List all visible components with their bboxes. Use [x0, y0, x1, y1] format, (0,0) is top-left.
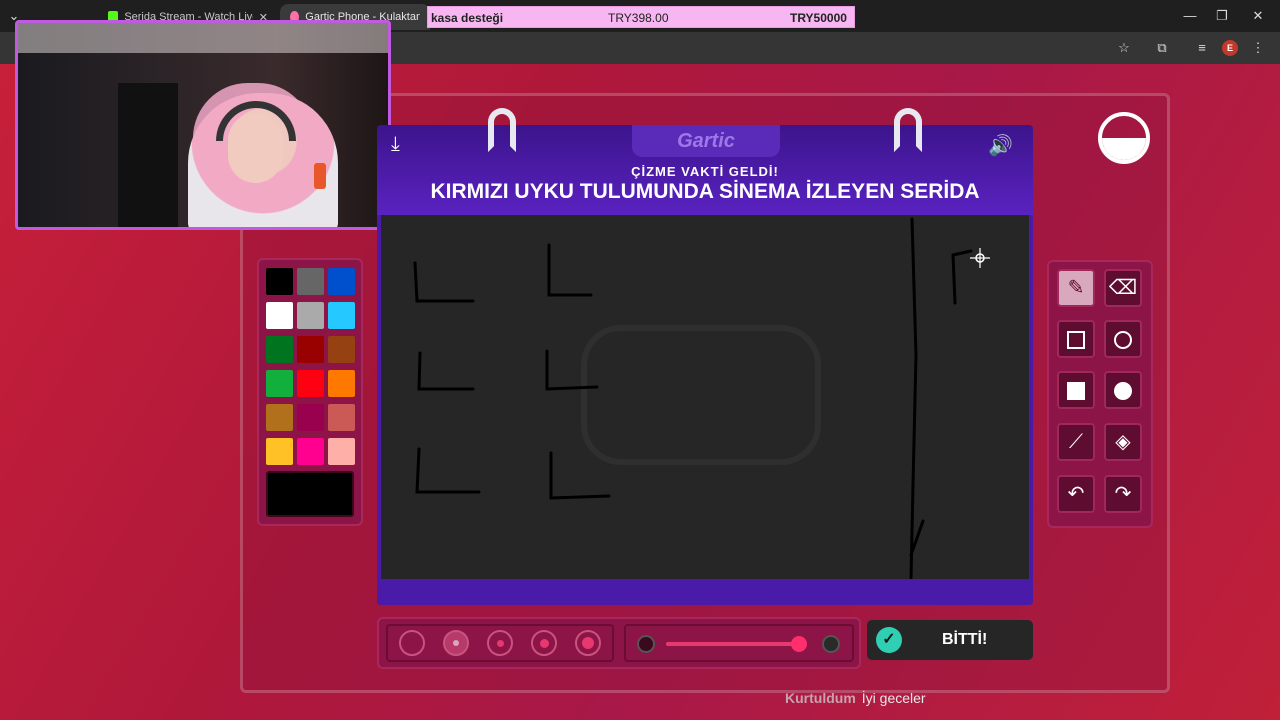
chat-username: Kurtuldum — [785, 690, 856, 706]
pencil-tool-button[interactable]: ✎ — [1057, 269, 1095, 307]
selected-color-preview — [266, 471, 354, 517]
color-swatch[interactable] — [328, 404, 355, 431]
color-swatch[interactable] — [328, 370, 355, 397]
bookmark-star-icon[interactable]: ☆ — [1116, 40, 1132, 56]
close-window-icon[interactable]: ✕ — [1248, 6, 1268, 26]
extensions-icon[interactable]: ⧉ — [1154, 40, 1170, 56]
brush-size-dot-icon — [539, 638, 549, 648]
drawing-canvas[interactable] — [381, 215, 1029, 579]
color-swatch[interactable] — [266, 370, 293, 397]
browser-menu-icon[interactable]: ⋮ — [1250, 40, 1266, 56]
stroke-corner-1 — [413, 261, 475, 303]
profile-avatar[interactable]: E — [1222, 40, 1238, 56]
filled-rectangle-tool-button[interactable] — [1057, 371, 1095, 409]
done-button-label: BİTTİ! — [942, 631, 988, 648]
stroke-corner-6 — [549, 451, 611, 500]
brush-size-dot-icon — [453, 640, 459, 646]
filled-rectangle-icon — [1067, 381, 1085, 400]
stroke-vertical-line — [909, 217, 918, 579]
rectangle-tool-button[interactable] — [1057, 320, 1095, 358]
color-swatch[interactable] — [266, 438, 293, 465]
color-swatch[interactable] — [297, 404, 324, 431]
download-icon[interactable]: ⤓ — [391, 133, 400, 156]
color-swatch[interactable] — [266, 336, 293, 363]
color-swatch[interactable] — [266, 268, 293, 295]
color-swatch[interactable] — [328, 336, 355, 363]
stroke-corner-5 — [415, 447, 481, 494]
brush-size-dot-icon — [496, 639, 504, 647]
brush-size-dot-icon — [582, 637, 594, 649]
color-swatch[interactable] — [297, 268, 324, 295]
stroke-corner-2 — [547, 243, 593, 297]
color-swatch[interactable] — [297, 438, 324, 465]
ellipse-tool-button[interactable] — [1104, 320, 1142, 358]
volume-icon[interactable]: 🔊 — [988, 133, 1013, 158]
undo-button[interactable]: ↶ — [1057, 475, 1095, 513]
drawing-prompt: KIRMIZI UYKU TULUMUNDA SİNEMA İZLEYEN SE… — [430, 180, 980, 203]
color-swatch[interactable] — [297, 370, 324, 397]
brush-size-button[interactable] — [399, 630, 425, 656]
filled-ellipse-icon — [1114, 381, 1132, 400]
donation-goal: TRY50000 — [790, 11, 847, 25]
webcam-background-banner — [18, 23, 388, 53]
board-footer — [377, 579, 1033, 605]
maximize-icon[interactable]: ❐ — [1212, 6, 1232, 26]
opacity-low-icon — [637, 635, 655, 653]
fill-bucket-tool-button[interactable]: ◈ — [1104, 423, 1142, 461]
webcam-background-figure — [118, 83, 178, 227]
opacity-high-icon — [822, 635, 840, 653]
filled-ellipse-tool-button[interactable] — [1104, 371, 1142, 409]
timer-progress-icon — [1102, 116, 1146, 160]
binder-ring-right-icon — [894, 108, 922, 152]
stroke-corner-3 — [417, 351, 475, 391]
color-swatch[interactable] — [297, 302, 324, 329]
rectangle-icon — [1067, 330, 1085, 349]
opacity-slider-track[interactable] — [666, 642, 806, 646]
gartic-logo: Gartic — [632, 125, 780, 157]
color-swatch[interactable] — [328, 438, 355, 465]
drawing-strokes — [413, 217, 973, 579]
checkmark-icon: ✓ — [876, 627, 902, 653]
microphone-icon — [314, 163, 326, 189]
minimize-icon[interactable]: — — [1180, 6, 1200, 26]
binder-ring-left-icon — [488, 108, 516, 152]
donation-text: kasa desteği — [431, 11, 504, 25]
donation-goal-bar: kasa desteği TRY398.00 TRY50000 — [427, 6, 855, 28]
donation-amount: TRY398.00 — [608, 11, 669, 25]
eraser-tool-button[interactable]: ⌫ — [1104, 269, 1142, 307]
media-controls-icon[interactable]: ≡ — [1194, 40, 1210, 56]
chat-text: İyi geceler — [861, 690, 926, 706]
webcam-overlay — [15, 20, 391, 230]
stroke-corner-4 — [545, 349, 599, 391]
chat-message: Kurtuldum İyi geceler — [785, 690, 926, 706]
color-swatch[interactable] — [328, 302, 355, 329]
color-swatch[interactable] — [266, 404, 293, 431]
color-swatch[interactable] — [297, 336, 324, 363]
round-subtitle: ÇİZME VAKTİ GELDİ! — [631, 164, 779, 179]
stroke-partial — [951, 249, 973, 305]
line-tool-button[interactable]: ⟋ — [1057, 423, 1095, 461]
crosshair-cursor-icon — [970, 248, 990, 268]
redo-button[interactable]: ↷ — [1104, 475, 1142, 513]
color-swatch[interactable] — [266, 302, 293, 329]
opacity-slider-thumb[interactable] — [791, 636, 807, 652]
ellipse-icon — [1114, 330, 1132, 349]
color-swatch[interactable] — [328, 268, 355, 295]
